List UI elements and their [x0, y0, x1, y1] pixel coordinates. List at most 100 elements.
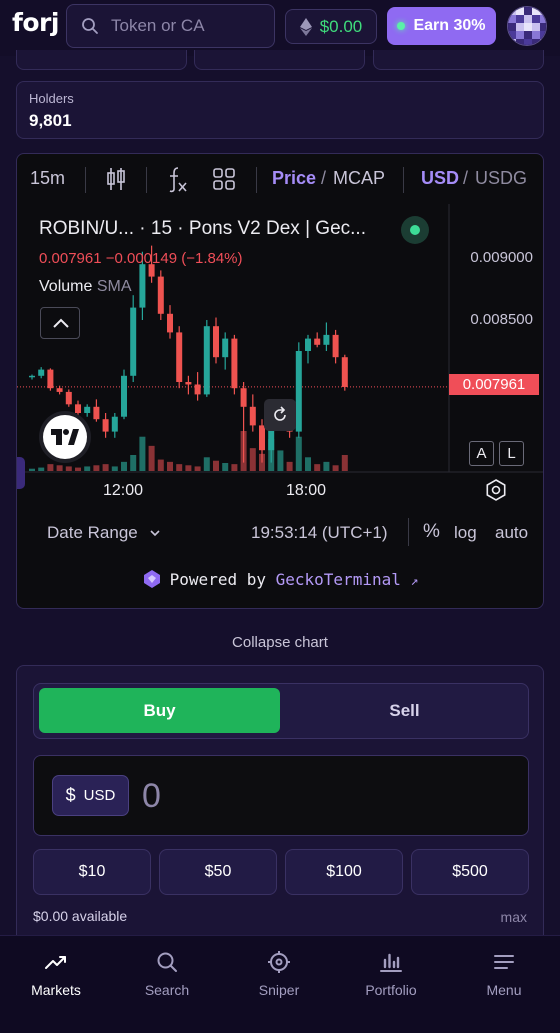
collapse-chart-button[interactable]: Collapse chart [0, 634, 560, 651]
preset-50-button[interactable]: $50 [159, 849, 277, 895]
replay-icon[interactable] [264, 399, 296, 431]
search-icon [82, 18, 98, 34]
volume-bar [56, 465, 63, 471]
app-logo[interactable]: forj [12, 8, 59, 37]
candle-body [130, 307, 137, 376]
volume-bar [277, 450, 284, 471]
wallet-balance-button[interactable]: $0.00 [285, 9, 377, 44]
chart-settings-icon[interactable] [485, 479, 507, 506]
menu-icon [494, 955, 514, 969]
volume-bar [148, 445, 155, 471]
percent-scale-toggle[interactable]: % [423, 521, 440, 543]
nav-portfolio[interactable]: Portfolio [341, 950, 441, 998]
candle-body [176, 332, 183, 382]
auto-scale-button[interactable]: A [469, 441, 494, 466]
candle-body [249, 406, 256, 426]
candlestick-chart[interactable] [17, 154, 544, 514]
x-axis-tick: 12:00 [103, 482, 144, 499]
holders-label: Holders [29, 91, 74, 106]
candle-body [111, 416, 118, 432]
avatar-pixel [524, 7, 532, 15]
candle-body [194, 384, 201, 395]
powered-prefix: Powered by [169, 570, 266, 589]
candle-body [157, 276, 164, 314]
avatar-pixel [508, 23, 516, 31]
nav-search[interactable]: Search [117, 950, 217, 998]
earn-button[interactable]: Earn 30% [387, 7, 496, 45]
avatar[interactable] [507, 6, 547, 46]
volume-bar [295, 436, 302, 471]
bottom-nav: Markets Search Sniper Portfolio Menu [0, 935, 560, 1033]
collapse-legend-button[interactable] [40, 307, 80, 339]
balance-value: $0.00 [319, 16, 363, 36]
volume-bar [323, 461, 330, 471]
nav-menu[interactable]: Menu [454, 950, 554, 998]
currency-selector[interactable]: $ USD [52, 775, 129, 816]
amount-presets: $10 $50 $100 $500 [33, 849, 529, 895]
drawing-toolbar-handle[interactable] [17, 457, 25, 489]
sell-tab[interactable]: Sell [285, 688, 524, 733]
volume-bar [249, 448, 256, 471]
nav-sniper[interactable]: Sniper [229, 950, 329, 998]
nav-label: Markets [31, 982, 81, 998]
search-input[interactable] [111, 16, 261, 36]
stat-cards-row [16, 50, 544, 72]
date-range-label: Date Range [47, 523, 138, 542]
buy-tab[interactable]: Buy [39, 688, 280, 733]
chart-symbol-line: ROBIN/U... · 15 · Pons V2 Dex | Gec... [39, 218, 366, 239]
candle-body [185, 382, 192, 385]
currency-symbol: $ [65, 785, 76, 805]
candle-body [56, 388, 63, 392]
volume-bar [231, 464, 238, 471]
volume-bar [29, 468, 35, 471]
candle-body [323, 334, 330, 345]
chart-clock: 19:53:14 (UTC+1) [251, 523, 388, 542]
log-scale-toggle[interactable]: log [454, 523, 477, 543]
search-box[interactable] [66, 4, 275, 48]
volume-bar [102, 464, 109, 471]
y-axis-tick: 0.009000 [470, 249, 533, 266]
preset-100-button[interactable]: $100 [285, 849, 403, 895]
volume-bar [341, 455, 348, 471]
candle-body [65, 391, 72, 405]
volume-indicator: SMA [96, 278, 132, 295]
candle-body [203, 326, 210, 395]
top-bar: forj $0.00 Earn 30% [0, 0, 560, 56]
nav-label: Sniper [258, 982, 300, 998]
stat-card [373, 50, 544, 70]
date-range-button[interactable]: Date Range [47, 523, 162, 543]
bar-chart-icon [380, 953, 402, 972]
powered-by-link[interactable]: Powered by GeckoTerminal ↗ [17, 569, 543, 589]
volume-legend: Volume SMA [39, 278, 132, 296]
volume-bar [139, 436, 146, 471]
crosshair-icon [268, 951, 290, 973]
preset-10-button[interactable]: $10 [33, 849, 151, 895]
avatar-pixel [540, 31, 546, 39]
avatar-pixel [508, 7, 516, 15]
max-button[interactable]: max [501, 909, 527, 925]
avatar-pixel [516, 15, 524, 23]
avatar-pixel [532, 39, 540, 45]
amount-input[interactable] [142, 774, 502, 818]
volume-bar [157, 459, 164, 471]
candle-body [231, 338, 238, 389]
volume-bar [65, 466, 72, 471]
nav-markets[interactable]: Markets [6, 950, 106, 998]
stat-card [16, 50, 187, 70]
nav-label: Search [144, 982, 190, 998]
volume-bar [213, 460, 219, 471]
trade-panel: Buy Sell $ USD $10 $50 $100 $500 $0.00 a… [16, 665, 544, 955]
candle-body [29, 375, 35, 378]
avatar-pixel [532, 23, 540, 31]
avatar-pixel [524, 39, 532, 45]
candle-body [38, 369, 45, 376]
holders-value: 9,801 [29, 111, 72, 130]
volume-bar [176, 464, 183, 471]
auto-scale-toggle[interactable]: auto [495, 523, 528, 543]
tradingview-logo[interactable] [43, 415, 87, 459]
avatar-pixel [532, 15, 540, 23]
preset-500-button[interactable]: $500 [411, 849, 529, 895]
log-scale-button[interactable]: L [499, 441, 524, 466]
chevron-up-icon [53, 318, 69, 328]
external-link-icon: ↗ [410, 574, 419, 589]
